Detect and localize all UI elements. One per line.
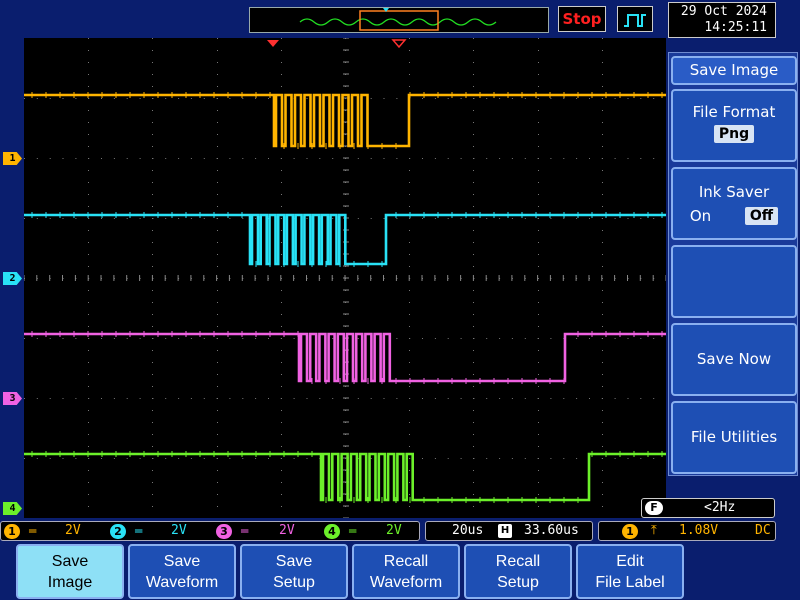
soft-key-line2: Image	[47, 573, 93, 591]
ch4-coupling-icon: ═	[349, 524, 357, 538]
top-status-bar: Stop 29 Oct 2024 14:25:11	[0, 0, 800, 40]
date-text: 29 Oct 2024	[680, 4, 767, 19]
soft-key-bar: Save Image Save Waveform Save Setup Reca…	[0, 541, 800, 600]
trigger-position-icon	[267, 40, 279, 47]
soft-key-line1: Save	[163, 552, 201, 570]
empty-menu-slot	[671, 245, 797, 318]
trigger-status-icon[interactable]	[617, 6, 653, 32]
ink-saver-label: Ink Saver	[698, 183, 770, 201]
recall-waveform-key[interactable]: Recall Waveform	[352, 544, 460, 599]
save-image-key[interactable]: Save Image	[16, 544, 124, 599]
trigger-markers	[267, 39, 407, 49]
soft-key-line1: Recall	[495, 552, 541, 570]
soft-key-line1: Edit	[616, 552, 644, 570]
date-time-display: 29 Oct 2024 14:25:11	[668, 2, 776, 38]
ch1-icon[interactable]: 1	[4, 524, 20, 539]
ch3-coupling-icon: ═	[241, 524, 249, 538]
file-utilities-button[interactable]: File Utilities	[671, 401, 797, 474]
recall-setup-key[interactable]: Recall Setup	[464, 544, 572, 599]
soft-key-line1: Recall	[383, 552, 429, 570]
soft-key-line1: Save	[275, 552, 313, 570]
ch2-ground-marker[interactable]: 2	[3, 272, 22, 285]
edit-file-label-key[interactable]: Edit File Label	[576, 544, 684, 599]
soft-key-line1: Save	[51, 552, 89, 570]
ch1-ground-marker[interactable]: 1	[3, 152, 22, 165]
trigger-level: 1.08V	[679, 523, 719, 538]
ink-saver-button[interactable]: Ink Saver On Off	[671, 167, 797, 240]
horizontal-position-value: 33.60us	[524, 523, 579, 538]
ch2-icon[interactable]: 2	[110, 524, 126, 539]
soft-key-line2: Waveform	[145, 573, 219, 591]
trigger-settings[interactable]: 1 ⤒ 1.08V DC	[598, 521, 776, 541]
frequency-icon: F	[645, 501, 663, 515]
ch4-volts-div: 2V	[386, 523, 402, 538]
file-format-button[interactable]: File Format Png	[671, 89, 797, 162]
save-setup-key[interactable]: Save Setup	[240, 544, 348, 599]
file-format-label: File Format	[692, 103, 776, 121]
ch2-volts-div: 2V	[171, 523, 187, 538]
vertical-settings: 1 ═ 2V 2 ═ 2V 3 ═ 2V 4 ═ 2V	[0, 521, 420, 541]
file-format-value: Png	[713, 125, 755, 143]
save-now-button[interactable]: Save Now	[671, 323, 797, 396]
ch3-volts-div: 2V	[279, 523, 295, 538]
ink-saver-on-option: On	[689, 207, 712, 225]
ink-saver-off-option: Off	[744, 207, 779, 225]
time-div: 20us	[452, 523, 484, 538]
ch3-ground-marker[interactable]: 3	[3, 392, 22, 405]
channel-status-bar: 1 ═ 2V 2 ═ 2V 3 ═ 2V 4 ═ 2V 20us H 33.60…	[0, 521, 800, 541]
soft-key-line2: File Label	[595, 573, 665, 591]
ch3-icon[interactable]: 3	[216, 524, 232, 539]
ch4-ground-marker[interactable]: 4	[3, 502, 22, 515]
waveform-display[interactable]	[24, 38, 666, 518]
save-waveform-key[interactable]: Save Waveform	[128, 544, 236, 599]
horizontal-position-icon: H	[498, 524, 512, 538]
overview-waveform	[299, 8, 497, 31]
memory-overview-bar	[249, 7, 549, 33]
run-stop-status[interactable]: Stop	[558, 6, 606, 32]
trigger-source-icon: 1	[622, 524, 638, 539]
ch4-icon[interactable]: 4	[324, 524, 340, 539]
trigger-coupling: DC	[755, 523, 771, 538]
soft-key-line2: Waveform	[369, 573, 443, 591]
soft-key-line2: Setup	[273, 573, 315, 591]
overview-window	[359, 10, 439, 31]
rising-edge-icon: ⤒	[651, 523, 657, 538]
soft-key-line2: Setup	[497, 573, 539, 591]
time-text: 14:25:11	[704, 20, 767, 35]
frequency-value: <2Hz	[704, 500, 736, 515]
horizontal-position-icon	[391, 39, 407, 49]
ch1-volts-div: 2V	[65, 523, 81, 538]
ch1-coupling-icon: ═	[29, 524, 37, 538]
frequency-counter: F <2Hz	[641, 498, 775, 518]
menu-title: Save Image	[671, 56, 797, 85]
side-menu: Save Image File Format Png Ink Saver On …	[668, 52, 798, 476]
ch2-coupling-icon: ═	[135, 524, 143, 538]
timebase-settings[interactable]: 20us H 33.60us	[425, 521, 593, 541]
